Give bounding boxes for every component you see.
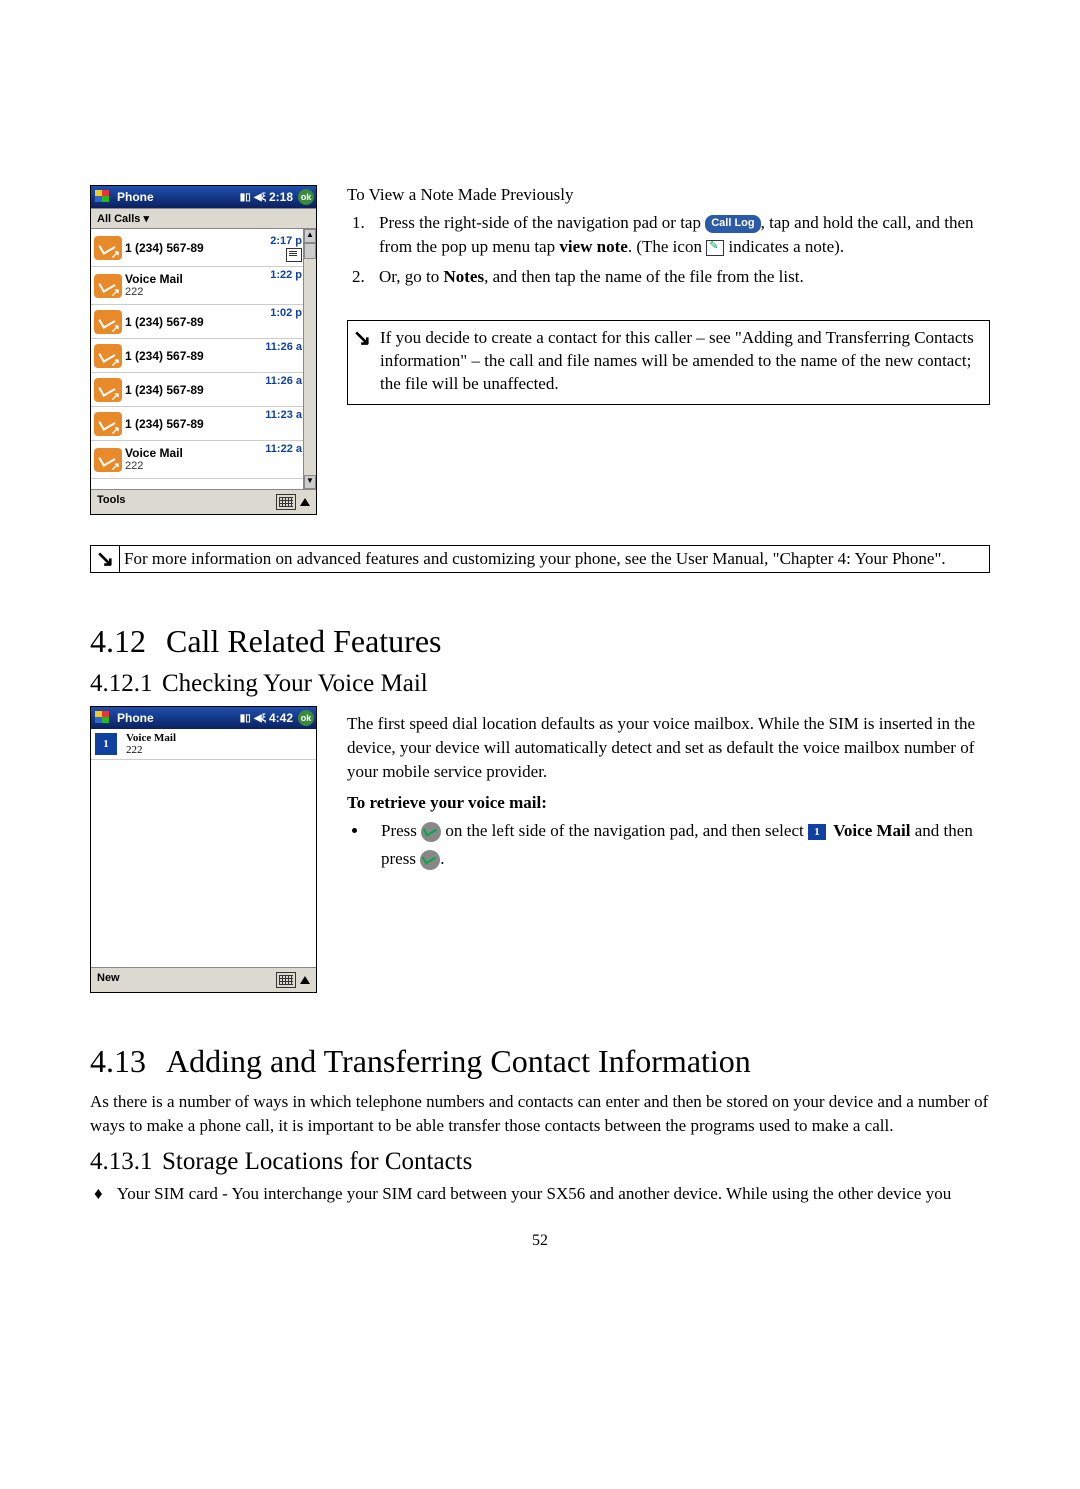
- app-title: Phone: [117, 190, 154, 204]
- clock-time: 2:18: [269, 190, 293, 204]
- call-row[interactable]: 1 (234) 567-89 11:23 a: [91, 407, 316, 441]
- tools-menu[interactable]: Tools: [97, 494, 126, 510]
- sd-sub: 222: [126, 744, 143, 756]
- menubar: New: [91, 967, 316, 992]
- call-number: 1 (234) 567-89: [125, 350, 265, 362]
- keyboard-icon[interactable]: [276, 494, 296, 510]
- call-row[interactable]: Voice Mail222 1:22 p: [91, 267, 316, 305]
- menubar: Tools: [91, 489, 316, 514]
- signal-icon: ▮▯: [240, 192, 251, 203]
- call-log-button-inline: Call Log: [705, 215, 760, 232]
- ok-button[interactable]: ok: [298, 710, 314, 726]
- speed-dial-1-icon: 1: [95, 733, 117, 755]
- scrollbar[interactable]: ▲ ▼: [303, 229, 316, 489]
- call-list: 1 (234) 567-89 2:17 p Voice Mail222 1:22…: [91, 229, 316, 489]
- speaker-icon: ◀ξ: [254, 713, 266, 724]
- titlebar: Phone ▮▯ ◀ξ 4:42 ok: [91, 707, 316, 729]
- call-row[interactable]: 1 (234) 567-89 1:02 p: [91, 305, 316, 339]
- keyboard-icon[interactable]: [276, 972, 296, 988]
- retrieve-step: Press on the left side of the navigation…: [369, 817, 990, 871]
- phone-hardkey-icon: [421, 822, 441, 842]
- note-file-icon: [706, 240, 724, 256]
- caret-up-icon[interactable]: [300, 976, 310, 984]
- clock-time: 4:42: [269, 711, 293, 725]
- outgoing-call-icon: [94, 310, 122, 334]
- call-number: 1 (234) 567-89: [125, 418, 265, 430]
- call-number: 1 (234) 567-89: [125, 384, 265, 396]
- note-box: ↘ For more information on advanced featu…: [90, 545, 990, 573]
- scroll-down-icon[interactable]: ▼: [304, 475, 316, 489]
- heading-4-13-1: 4.13.1Storage Locations for Contacts: [90, 1148, 990, 1176]
- outgoing-call-icon: [94, 448, 122, 472]
- app-title: Phone: [117, 711, 154, 725]
- call-row[interactable]: 1 (234) 567-89 11:26 a: [91, 339, 316, 373]
- call-number: 1 (234) 567-89: [125, 316, 270, 328]
- speaker-icon: ◀ξ: [254, 192, 266, 203]
- step-1: Press the right-side of the navigation p…: [369, 211, 990, 259]
- outgoing-call-icon: [94, 236, 122, 260]
- bullet-sim: Your SIM card - You interchange your SIM…: [94, 1184, 990, 1204]
- titlebar: Phone ▮▯ ◀ξ 2:18 ok: [91, 186, 316, 208]
- call-row[interactable]: 1 (234) 567-89 11:26 a: [91, 373, 316, 407]
- call-sub: 222: [125, 460, 143, 472]
- sd-name: Voice Mail: [126, 732, 176, 744]
- ok-button[interactable]: ok: [298, 189, 314, 205]
- outgoing-call-icon: [94, 412, 122, 436]
- note-box: ↘ If you decide to create a contact for …: [347, 320, 990, 405]
- call-number: Voice Mail: [125, 446, 183, 460]
- subheading: To View a Note Made Previously: [347, 185, 990, 205]
- call-time: 2:17 p: [270, 233, 302, 247]
- signal-icon: ▮▯: [240, 713, 251, 724]
- call-number: Voice Mail: [125, 272, 183, 286]
- scroll-up-icon[interactable]: ▲: [304, 229, 316, 243]
- call-log-screenshot: Phone ▮▯ ◀ξ 2:18 ok All Calls ▾ 1 (234) …: [90, 185, 317, 515]
- voicemail-paragraph: The first speed dial location defaults a…: [347, 712, 990, 783]
- note-glyph-icon: ↘: [348, 325, 376, 396]
- windows-logo-icon: [94, 189, 114, 205]
- speed-dial-1-icon: 1: [808, 824, 826, 840]
- outgoing-call-icon: [94, 378, 122, 402]
- note-text: For more information on advanced feature…: [120, 546, 989, 572]
- p-4-13: As there is a number of ways in which te…: [90, 1090, 990, 1138]
- speed-dial-screenshot: Phone ▮▯ ◀ξ 4:42 ok 1 Voice Mail222 New: [90, 706, 317, 993]
- caret-up-icon[interactable]: [300, 498, 310, 506]
- call-row[interactable]: Voice Mail222 11:22 a: [91, 441, 316, 479]
- speed-dial-row[interactable]: 1 Voice Mail222: [91, 729, 316, 760]
- call-number: 1 (234) 567-89: [125, 242, 270, 254]
- call-row[interactable]: 1 (234) 567-89 2:17 p: [91, 229, 316, 267]
- outgoing-call-icon: [94, 274, 122, 298]
- note-glyph-icon: ↘: [91, 546, 120, 572]
- phone-hardkey-icon: [420, 850, 440, 870]
- new-menu[interactable]: New: [97, 972, 120, 988]
- call-sub: 222: [125, 286, 143, 298]
- step-2: Or, go to Notes, and then tap the name o…: [369, 265, 990, 289]
- retrieve-heading: To retrieve your voice mail:: [347, 793, 547, 812]
- filter-dropdown[interactable]: All Calls ▾: [91, 208, 316, 229]
- note-text: If you decide to create a contact for th…: [376, 325, 983, 396]
- heading-4-12: 4.12Call Related Features: [90, 623, 990, 660]
- windows-logo-icon: [94, 710, 114, 726]
- note-icon: [286, 248, 302, 262]
- outgoing-call-icon: [94, 344, 122, 368]
- page-number: 52: [90, 1232, 990, 1250]
- scroll-thumb[interactable]: [304, 243, 316, 259]
- heading-4-12-1: 4.12.1Checking Your Voice Mail: [90, 670, 990, 698]
- heading-4-13: 4.13Adding and Transferring Contact Info…: [90, 1043, 990, 1080]
